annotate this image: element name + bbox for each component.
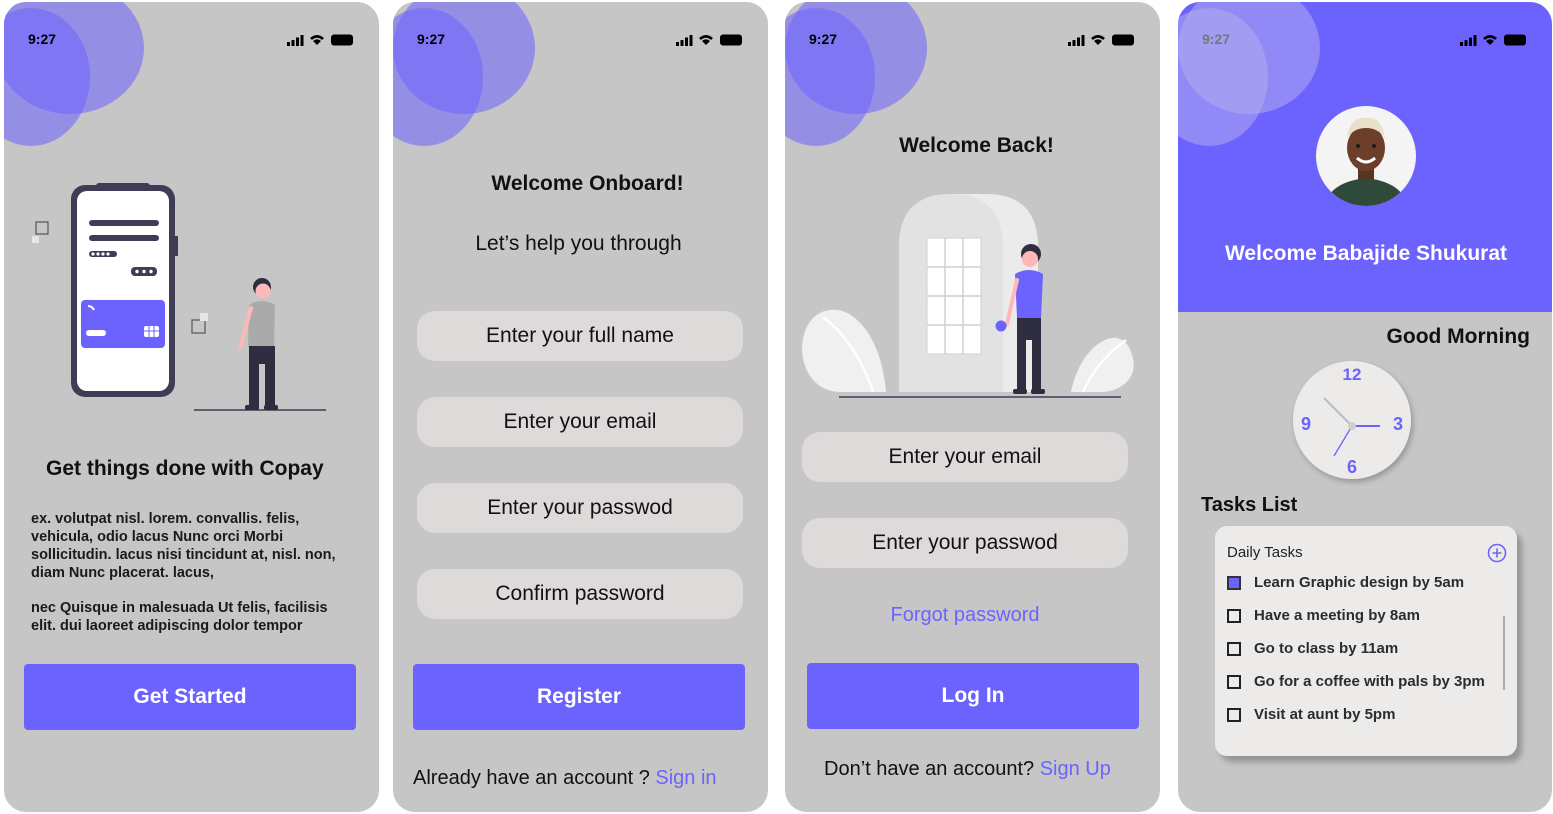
checkbox-icon[interactable] bbox=[1227, 707, 1241, 722]
clock-number-9: 9 bbox=[1301, 414, 1311, 434]
tasks-card: Daily Tasks Learn Graphic design by 5am H… bbox=[1215, 526, 1517, 756]
signal-icon bbox=[676, 35, 693, 46]
login-screen: 9:27 Welcome Back! Enter your email Ente… bbox=[785, 2, 1160, 812]
checkbox-icon[interactable] bbox=[1227, 575, 1241, 590]
clock-number-3: 3 bbox=[1393, 414, 1403, 434]
clock-number-6: 6 bbox=[1347, 457, 1357, 477]
task-item[interactable]: Have a meeting by 8am bbox=[1227, 607, 1420, 624]
register-button[interactable]: Register bbox=[413, 664, 745, 730]
task-item[interactable]: Learn Graphic design by 5am bbox=[1227, 574, 1464, 591]
analog-clock: 12 3 6 9 bbox=[1293, 361, 1411, 479]
task-label: Go for a coffee with pals by 3pm bbox=[1254, 673, 1485, 690]
status-icons bbox=[1068, 34, 1134, 46]
status-time: 9:27 bbox=[28, 31, 57, 47]
signal-icon bbox=[1460, 35, 1477, 46]
battery-icon bbox=[1504, 34, 1526, 46]
get-started-button[interactable]: Get Started bbox=[24, 664, 356, 730]
login-title: Welcome Back! bbox=[899, 134, 1054, 157]
password-field[interactable]: Enter your passwod bbox=[417, 483, 743, 533]
wifi-icon bbox=[1483, 35, 1497, 45]
status-icons bbox=[1460, 34, 1526, 46]
task-item[interactable]: Go for a coffee with pals by 3pm bbox=[1227, 673, 1485, 690]
task-item[interactable]: Go to class by 11am bbox=[1227, 640, 1398, 657]
signal-icon bbox=[287, 35, 304, 46]
signin-prompt: Already have an account ? Sign in bbox=[413, 767, 717, 790]
checkbox-icon[interactable] bbox=[1227, 641, 1241, 656]
doorway-illustration bbox=[802, 194, 1134, 398]
status-time: 9:27 bbox=[1202, 31, 1231, 47]
sign-in-link[interactable]: Sign in bbox=[655, 767, 716, 789]
sign-up-link[interactable]: Sign Up bbox=[1040, 758, 1111, 780]
forgot-password-link[interactable]: Forgot password bbox=[802, 604, 1128, 627]
card-scrollbar[interactable] bbox=[1503, 616, 1505, 690]
checkbox-icon[interactable] bbox=[1227, 674, 1241, 689]
signal-icon bbox=[1068, 35, 1085, 46]
wifi-icon bbox=[310, 35, 324, 45]
task-item[interactable]: Visit at aunt by 5pm bbox=[1227, 706, 1395, 723]
battery-icon bbox=[331, 34, 353, 46]
email-field[interactable]: Enter your email bbox=[802, 432, 1128, 482]
status-icons bbox=[287, 34, 353, 46]
dashboard-screen: 9:27 Welcome Babajide Shukurat Good Morn… bbox=[1178, 2, 1552, 812]
wifi-icon bbox=[1091, 35, 1105, 45]
greeting: Good Morning bbox=[1386, 325, 1530, 348]
task-label: Visit at aunt by 5pm bbox=[1254, 706, 1396, 723]
clock-number-12: 12 bbox=[1343, 365, 1362, 384]
welcome-message: Welcome Babajide Shukurat bbox=[1224, 242, 1508, 265]
wifi-icon bbox=[699, 35, 713, 45]
task-label: Have a meeting by 8am bbox=[1254, 607, 1420, 624]
task-label: Learn Graphic design by 5am bbox=[1254, 574, 1465, 591]
register-title: Welcome Onboard! bbox=[491, 172, 684, 195]
onboarding-title: Get things done with Copay bbox=[46, 457, 324, 480]
signin-prompt-text: Already have an account ? bbox=[413, 767, 656, 789]
confirm-password-field[interactable]: Confirm password bbox=[417, 569, 743, 619]
onboarding-paragraph: nec Quisque in malesuada Ut felis, facil… bbox=[31, 600, 328, 634]
tasks-heading: Tasks List bbox=[1201, 494, 1298, 516]
add-task-icon[interactable] bbox=[1487, 543, 1507, 563]
status-time: 9:27 bbox=[809, 31, 838, 47]
checkbox-icon[interactable] bbox=[1227, 608, 1241, 623]
status-bar: 9:27 bbox=[1178, 2, 1552, 78]
status-time: 9:27 bbox=[417, 31, 446, 47]
status-bar: 9:27 bbox=[393, 2, 768, 78]
signup-prompt: Don’t have an account? Sign Up bbox=[824, 758, 1111, 781]
signup-prompt-text: Don’t have an account? bbox=[824, 758, 1040, 780]
onboarding-paragraph: ex. volutpat nisl. lorem. convallis. fel… bbox=[31, 511, 336, 581]
status-bar: 9:27 bbox=[785, 2, 1160, 78]
tasks-card-title: Daily Tasks bbox=[1227, 544, 1303, 561]
password-field[interactable]: Enter your passwod bbox=[802, 518, 1128, 568]
full-name-field[interactable]: Enter your full name bbox=[417, 311, 743, 361]
register-subtitle: Let’s help you through bbox=[475, 232, 682, 255]
login-button[interactable]: Log In bbox=[807, 663, 1139, 729]
task-label: Go to class by 11am bbox=[1254, 640, 1399, 657]
phone-payment-illustration bbox=[32, 183, 326, 411]
status-bar: 9:27 bbox=[4, 2, 379, 78]
email-field[interactable]: Enter your email bbox=[417, 397, 743, 447]
status-icons bbox=[676, 34, 742, 46]
onboarding-screen: 9:27 Get things done with Copay ex. volu… bbox=[4, 2, 379, 812]
battery-icon bbox=[1112, 34, 1134, 46]
register-screen: 9:27 Welcome Onboard! Let’s help you thr… bbox=[393, 2, 768, 812]
avatar bbox=[1316, 106, 1416, 206]
battery-icon bbox=[720, 34, 742, 46]
